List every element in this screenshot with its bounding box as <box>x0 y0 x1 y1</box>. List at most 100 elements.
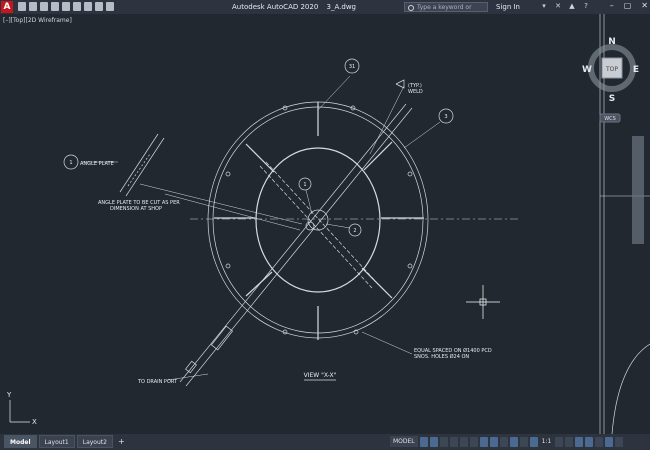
bolt-hole <box>407 263 413 269</box>
tab-layout2[interactable]: Layout2 <box>76 435 113 448</box>
leader-weld <box>369 85 405 155</box>
drain-port-text: TO DRAIN PORT <box>137 379 178 385</box>
pipe-diagonal-d <box>259 165 373 289</box>
share-icon[interactable] <box>106 2 114 11</box>
compass-west[interactable]: W <box>582 65 592 75</box>
wcs-label: WCS <box>604 116 616 122</box>
annotation-visibility-icon[interactable] <box>519 436 528 447</box>
tab-layout1[interactable]: Layout1 <box>38 435 75 448</box>
viewcube[interactable]: TOP N S W E WCS <box>582 37 639 123</box>
maximize-icon[interactable]: ▢ <box>624 1 632 10</box>
stiffener <box>245 143 275 173</box>
add-layout-button[interactable]: + <box>115 435 128 448</box>
window-controls: – ▢ ✕ <box>610 1 648 10</box>
clean-screen-icon[interactable] <box>605 436 614 447</box>
drain-fitting <box>185 360 197 374</box>
balloon-label-1: 1 <box>69 160 72 166</box>
workspace-gear-icon[interactable] <box>555 436 564 447</box>
annotation-scale[interactable]: 1:1 <box>540 438 554 445</box>
leader-2 <box>325 223 351 229</box>
angle-plate-line <box>127 153 151 187</box>
vertical-scrollbar[interactable] <box>632 136 644 244</box>
hub-circle <box>307 209 329 231</box>
save-as-icon[interactable] <box>51 2 59 11</box>
hardware-acceleration-icon[interactable] <box>585 436 594 447</box>
annotation-scale-icon[interactable] <box>529 436 538 447</box>
print-icon[interactable] <box>62 2 70 11</box>
pipe-diagonal-b <box>179 103 407 383</box>
status-bar: Model Layout1 Layout2 + MODEL 1:1 <box>0 434 650 450</box>
open-file-icon[interactable] <box>29 2 37 11</box>
angle-plate-line <box>125 137 165 197</box>
app-name: Autodesk AutoCAD 2020 <box>232 3 319 11</box>
exchange-icon[interactable]: ✕ <box>554 2 562 11</box>
bolt-hole <box>225 263 231 269</box>
new-file-icon[interactable] <box>18 2 26 11</box>
file-name: 3_A.dwg <box>326 3 356 11</box>
snap-icon[interactable] <box>429 436 438 447</box>
drain-flange <box>210 325 234 351</box>
help-icon[interactable]: ? <box>582 2 590 11</box>
window-title: Autodesk AutoCAD 2020 3_A.dwg <box>232 3 362 11</box>
minimize-icon[interactable]: – <box>610 1 614 10</box>
leader-31 <box>317 75 351 111</box>
angle-plate-line <box>119 133 159 193</box>
grid-icon[interactable] <box>419 436 428 447</box>
tab-model[interactable]: Model <box>4 435 37 448</box>
balloon-label-2: 2 <box>353 228 356 234</box>
drawing-svg: 31 3 1 1 2 ANGLE PLATE ANGLE PLATE TO BE… <box>6 14 650 434</box>
title-bar: A Autodesk AutoCAD 2020 3_A.dwg Type a k… <box>0 0 650 21</box>
units-icon[interactable] <box>575 436 584 447</box>
equal-spaced-1: EQUAL SPACED ON Ø1400 PCD <box>414 347 492 354</box>
ucs-x-label: X <box>32 418 37 426</box>
view-title: VIEW "X-X" <box>304 372 337 379</box>
quick-access-toolbar <box>18 2 114 11</box>
balloon-label-3: 3 <box>444 114 447 120</box>
balloon-label-31: 31 <box>349 64 355 70</box>
pipe-diagonal-a <box>185 107 413 387</box>
outer-circle <box>207 101 429 339</box>
compass-south[interactable]: S <box>609 94 615 104</box>
inner-circle <box>255 147 381 293</box>
stiffener <box>245 271 273 297</box>
redo-icon[interactable] <box>95 2 103 11</box>
bolt-hole <box>407 171 413 177</box>
object-track-icon[interactable] <box>469 436 478 447</box>
customization-menu-icon[interactable] <box>615 436 624 447</box>
balloon-label-1b: 1 <box>303 182 306 188</box>
angle-plate-text: ANGLE PLATE <box>80 161 114 167</box>
selection-cycling-icon[interactable] <box>509 436 518 447</box>
save-icon[interactable] <box>40 2 48 11</box>
isodraft-icon[interactable] <box>459 436 468 447</box>
add-scale-icon[interactable] <box>565 436 574 447</box>
stiffener <box>363 141 393 171</box>
compass-north[interactable]: N <box>608 37 616 47</box>
viewcube-face-label: TOP <box>605 66 618 73</box>
osnap-icon[interactable] <box>479 436 488 447</box>
search-input[interactable]: Type a keyword or phrase <box>404 2 488 21</box>
status-toggles: MODEL 1:1 <box>390 436 624 447</box>
model-space-button[interactable]: MODEL <box>390 436 418 447</box>
undo-icon[interactable] <box>84 2 92 11</box>
close-icon[interactable]: ✕ <box>641 1 648 10</box>
plot-icon[interactable] <box>73 2 81 11</box>
cart-icon[interactable]: ▾ <box>540 2 548 11</box>
compass-east[interactable]: E <box>633 65 639 75</box>
angle-plate-note-2: DIMENSION AT SHOP <box>110 206 162 212</box>
titlebar-tools: ▾ ✕ ▲ ? <box>540 2 590 11</box>
polar-icon[interactable] <box>449 436 458 447</box>
drawing-canvas[interactable]: [–][Top][2D Wireframe] 31 3 1 1 2 ANGLE … <box>0 14 650 434</box>
leader-line <box>164 193 301 231</box>
autocad-logo-icon[interactable]: A <box>1 1 13 13</box>
ortho-icon[interactable] <box>439 436 448 447</box>
typ-weld-2: WELD <box>408 89 423 95</box>
sign-in-button[interactable]: Sign In <box>496 3 520 11</box>
transparency-icon[interactable] <box>499 436 508 447</box>
ucs-y-label: Y <box>6 391 12 399</box>
isolate-objects-icon[interactable] <box>595 436 604 447</box>
lineweight-icon[interactable] <box>489 436 498 447</box>
a360-icon[interactable]: ▲ <box>568 2 576 11</box>
search-icon <box>408 5 414 11</box>
pipe-diagonal-c <box>265 161 379 285</box>
leader-3 <box>403 121 441 149</box>
